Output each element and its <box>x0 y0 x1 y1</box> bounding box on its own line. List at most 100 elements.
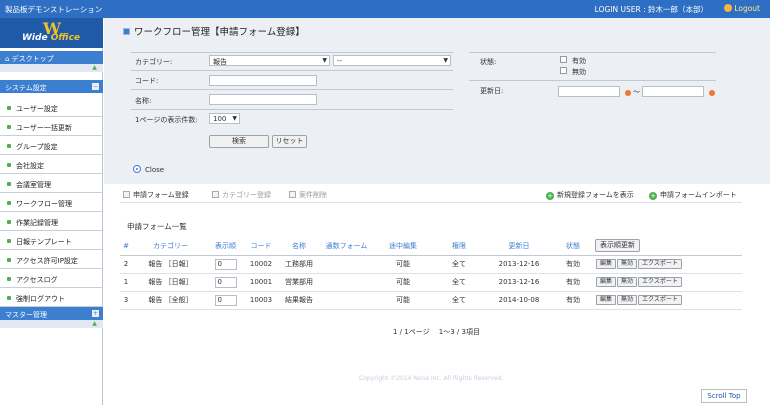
order-input[interactable]: 0 <box>214 276 237 288</box>
row-status: 有効 <box>551 273 595 292</box>
subcategory-select[interactable]: -- ▼ <box>333 55 451 66</box>
row-count-form <box>318 255 375 274</box>
updated-to-input[interactable] <box>642 86 704 97</box>
col-order: 表示順 <box>209 237 242 256</box>
sidebar-item-ip-access[interactable]: アクセス許可IP設定 <box>0 250 103 269</box>
row-actions: 編集 無効 エクスポート <box>595 273 742 292</box>
row-count-form <box>318 273 375 292</box>
tab-form-registration[interactable]: 申請フォーム登録 <box>123 190 189 200</box>
sidebar-item-force-logout[interactable]: 強制ログアウト <box>0 288 103 307</box>
link-label: 申請フォームインポート <box>660 191 737 199</box>
plus-icon: + <box>546 192 554 200</box>
calendar-icon[interactable] <box>625 90 631 96</box>
status-disabled-label: 無効 <box>572 68 586 76</box>
row-actions: 編集 無効 エクスポート <box>595 291 742 310</box>
disable-button[interactable]: 無効 <box>617 277 638 287</box>
category-value: 報告 <box>213 58 227 66</box>
close-label[interactable]: Close <box>145 166 164 174</box>
update-order-button[interactable]: 表示順更新 <box>595 239 640 253</box>
expand-icon[interactable]: + <box>92 310 99 317</box>
order-input[interactable]: 0 <box>214 294 237 306</box>
calendar-icon[interactable] <box>709 90 715 96</box>
sidebar-item-company[interactable]: 会社設定 <box>0 155 103 174</box>
divider <box>131 109 453 110</box>
collapse-icon[interactable]: − <box>92 83 99 90</box>
divider <box>131 52 453 53</box>
sidebar-item-workflow[interactable]: ワークフロー管理 <box>0 193 103 212</box>
reset-button[interactable]: リセット <box>272 135 307 148</box>
per-page-select[interactable]: 100 ▼ <box>209 113 240 124</box>
name-input[interactable] <box>209 94 317 105</box>
status-enabled-checkbox[interactable] <box>560 56 567 63</box>
sidebar-item-access-log[interactable]: アクセスログ <box>0 269 103 288</box>
order-input[interactable]: 0 <box>214 258 237 270</box>
export-button[interactable]: エクスポート <box>638 259 682 269</box>
row-name: 結果報告 <box>280 291 318 310</box>
row-status: 有効 <box>551 255 595 274</box>
row-auth: 全て <box>431 291 487 310</box>
search-panel: ワークフロー管理【申請フォーム登録】 カテゴリー: 報告 ▼ -- ▼ コード: 名… <box>104 18 770 184</box>
edit-button[interactable]: 編集 <box>596 277 617 287</box>
tab-category-registration[interactable]: カテゴリー登録 <box>212 190 271 200</box>
folder-icon <box>212 191 219 198</box>
sidebar-item-user-settings[interactable]: ユーザー設定 <box>0 98 103 117</box>
sidebar-item-label: 会社設定 <box>16 162 44 170</box>
row-name: 営業部用 <box>280 273 318 292</box>
code-input[interactable] <box>209 75 317 86</box>
status-disabled-checkbox[interactable] <box>560 67 567 74</box>
sidebar-item-work-records[interactable]: 作業記録管理 <box>0 212 103 231</box>
collapse-icon[interactable]: ▲ <box>91 320 98 327</box>
new-form-link[interactable]: + 新規登録フォームを表示 <box>546 190 634 200</box>
sidebar-separator: ▲ <box>0 64 103 72</box>
sidebar-system-section[interactable]: システム設定 − <box>0 80 103 93</box>
row-mid-edit: 可能 <box>375 291 431 310</box>
col-status: 状態 <box>551 237 595 256</box>
sidebar-item-daily-template[interactable]: 日報テンプレート <box>0 231 103 250</box>
power-icon <box>724 4 733 12</box>
edit-button[interactable]: 編集 <box>596 295 617 305</box>
close-toggle[interactable] <box>133 165 141 173</box>
scroll-top-button[interactable]: Scroll Top <box>701 389 747 403</box>
pagination: 1 / 1ページ 1～3 / 3項目 <box>393 328 480 336</box>
sidebar-item-label: ワークフロー管理 <box>16 200 72 208</box>
edit-button[interactable]: 編集 <box>596 259 617 269</box>
arrow-icon <box>7 258 11 262</box>
category-select[interactable]: 報告 ▼ <box>209 55 330 66</box>
logout-button[interactable]: Logout <box>724 4 760 13</box>
row-actions: 編集 無効 エクスポート <box>595 255 742 274</box>
tab-label: 申請フォーム登録 <box>133 191 189 199</box>
export-button[interactable]: エクスポート <box>638 295 682 305</box>
row-no: 1 <box>120 273 132 292</box>
app-logo: W Wide Office <box>0 18 103 48</box>
sidebar-desktop[interactable]: ⌂ デスクトップ <box>0 51 103 64</box>
divider <box>469 80 716 81</box>
copyright: Copyright ©2014 Neoa Inc. All Rights Res… <box>359 375 504 382</box>
row-count-form <box>318 291 375 310</box>
table-row: 3 報告 ［全般］ 0 10003 結果報告 可能 全て 2014-10-08 … <box>120 291 742 310</box>
arrow-icon <box>7 277 11 281</box>
export-button[interactable]: エクスポート <box>638 277 682 287</box>
row-code: 10002 <box>242 255 280 274</box>
chevron-down-icon: ▼ <box>443 57 448 64</box>
updated-from-input[interactable] <box>558 86 620 97</box>
sidebar-item-groups[interactable]: グループ設定 <box>0 136 103 155</box>
row-name: 工務部用 <box>280 255 318 274</box>
arrow-icon <box>7 239 11 243</box>
arrow-icon <box>7 163 11 167</box>
col-updated: 更新日 <box>487 237 551 256</box>
sidebar-item-meeting-rooms[interactable]: 会議室管理 <box>0 174 103 193</box>
table-row: 2 報告 ［日報］ 0 10002 工務部用 可能 全て 2013-12-16 … <box>120 255 742 274</box>
row-order: 0 <box>209 273 242 292</box>
master-section-label: マスター管理 <box>5 311 47 319</box>
sidebar-item-user-bulk[interactable]: ユーザー一括更新 <box>0 117 103 136</box>
disable-button[interactable]: 無効 <box>617 295 638 305</box>
search-button[interactable]: 検索 <box>209 135 269 148</box>
sidebar-master-section[interactable]: マスター管理 + <box>0 307 103 320</box>
tab-delete-cases[interactable]: 案件削除 <box>289 190 327 200</box>
disable-button[interactable]: 無効 <box>617 259 638 269</box>
trash-icon <box>289 191 296 198</box>
import-form-link[interactable]: + 申請フォームインポート <box>649 190 737 200</box>
collapse-icon[interactable]: ▲ <box>91 64 98 71</box>
row-updated: 2013-12-16 <box>487 273 551 292</box>
per-page-value: 100 <box>213 115 227 123</box>
